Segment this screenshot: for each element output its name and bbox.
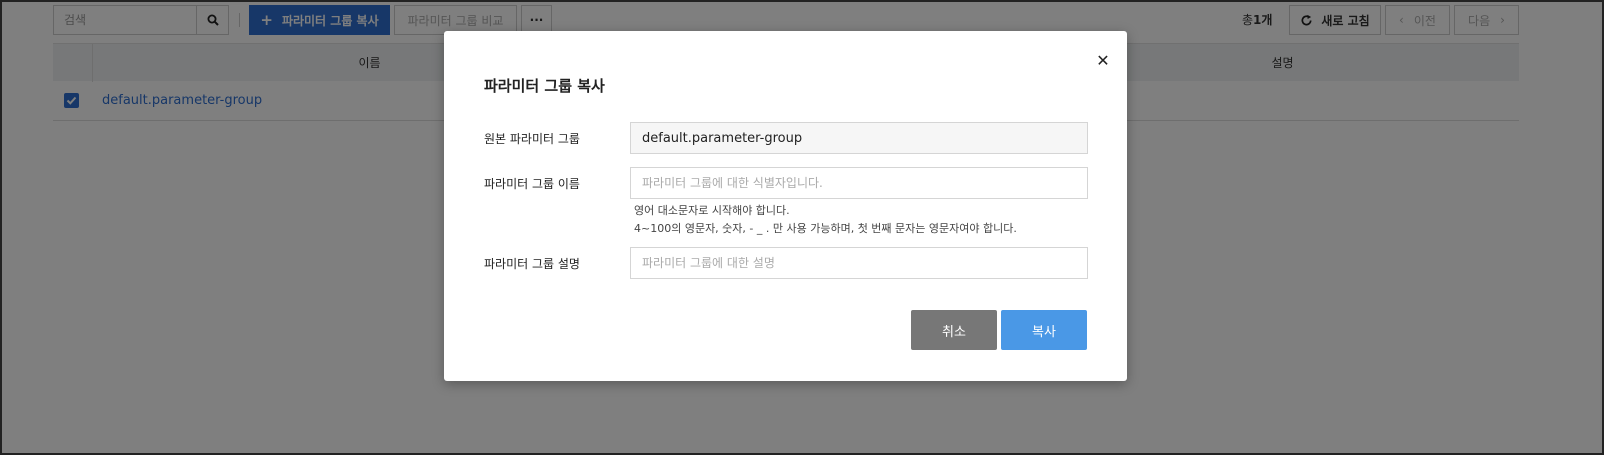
group-name-input[interactable] [630, 167, 1088, 199]
cancel-button[interactable]: 취소 [911, 310, 997, 350]
dialog-title: 파라미터 그룹 복사 [484, 77, 605, 95]
group-description-input[interactable] [630, 247, 1088, 279]
confirm-copy-label: 복사 [1032, 324, 1056, 340]
confirm-copy-button[interactable]: 복사 [1001, 310, 1087, 350]
group-name-hint-1: 영어 대소문자로 시작해야 합니다. [634, 204, 790, 217]
close-icon[interactable]: ✕ [1095, 53, 1111, 69]
app-frame: + 파라미터 그룹 복사 파라미터 그룹 비교 ··· 총1개 새로 고침 ‹ … [0, 0, 1604, 455]
copy-parameter-group-dialog: 파라미터 그룹 복사 ✕ 원본 파라미터 그룹 파라미터 그룹 이름 영어 대소… [444, 31, 1127, 381]
group-name-hint-2: 4~100의 영문자, 숫자, - _ . 만 사용 가능하며, 첫 번째 문자… [634, 222, 1017, 235]
group-name-label: 파라미터 그룹 이름 [484, 177, 580, 191]
source-group-field [630, 122, 1088, 154]
group-description-label: 파라미터 그룹 설명 [484, 257, 580, 271]
cancel-label: 취소 [942, 324, 966, 340]
source-group-label: 원본 파라미터 그룹 [484, 132, 580, 146]
